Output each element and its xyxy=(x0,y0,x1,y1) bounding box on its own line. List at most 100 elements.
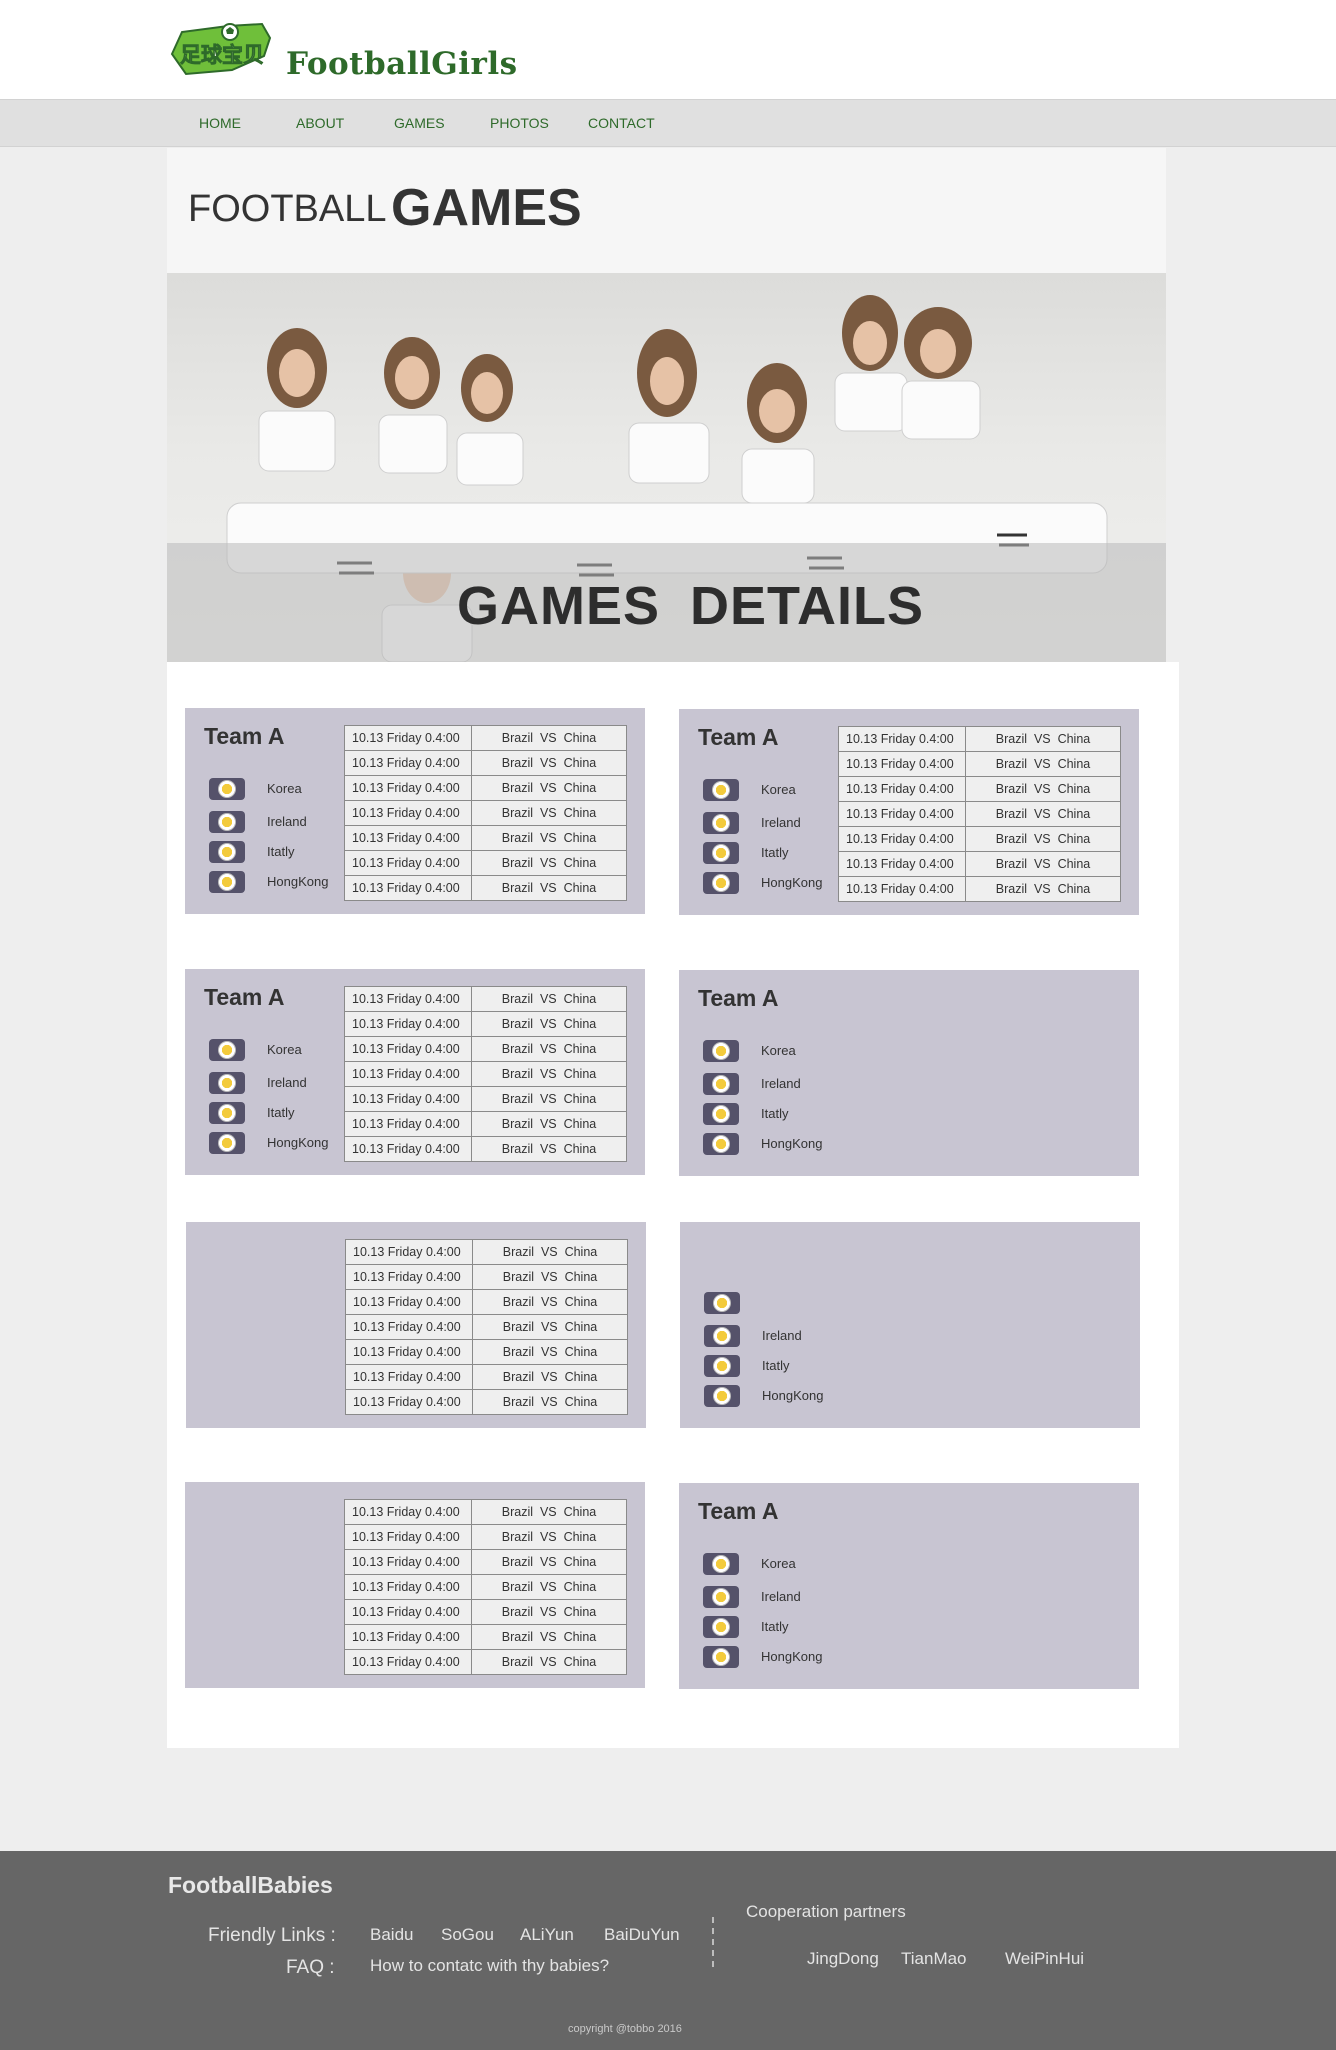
team-name[interactable]: HongKong xyxy=(761,875,822,890)
page-title-panel: FOOTBALL GAMES xyxy=(167,148,1166,273)
footer-link-sogou[interactable]: SoGou xyxy=(441,1925,494,1945)
footer: FootballBabies Friendly Links : Baidu So… xyxy=(0,1851,1336,2050)
match-teams: Brazil VS China xyxy=(472,1239,628,1265)
team-name[interactable]: Itatly xyxy=(267,1105,294,1120)
ball-icon[interactable] xyxy=(704,1385,740,1407)
team-name[interactable]: Ireland xyxy=(267,1075,307,1090)
match-time: 10.13 Friday 0.4:00 xyxy=(345,1239,473,1265)
ball-icon[interactable] xyxy=(209,778,245,800)
faq-link[interactable]: How to contatc with thy babies? xyxy=(370,1956,609,1976)
team-name[interactable]: Itatly xyxy=(761,845,788,860)
ball-icon[interactable] xyxy=(209,1072,245,1094)
match-time: 10.13 Friday 0.4:00 xyxy=(344,1549,472,1575)
match-teams: Brazil VS China xyxy=(471,1499,627,1525)
match-time: 10.13 Friday 0.4:00 xyxy=(344,800,472,826)
schedule-row: 10.13 Friday 0.4:00 Brazil VS China xyxy=(344,1011,627,1037)
nav-about[interactable]: ABOUT xyxy=(296,115,344,131)
schedule-row: 10.13 Friday 0.4:00 Brazil VS China xyxy=(344,1111,627,1137)
game-card: Team A Korea Ireland Itatly HongKong 10.… xyxy=(185,969,645,1175)
team-name[interactable]: HongKong xyxy=(761,1136,822,1151)
ball-icon[interactable] xyxy=(703,1103,739,1125)
nav-contact[interactable]: CONTACT xyxy=(588,115,655,131)
ball-icon[interactable] xyxy=(209,1132,245,1154)
team-name[interactable]: HongKong xyxy=(761,1649,822,1664)
logo-text[interactable]: FootballGirls xyxy=(286,46,518,82)
schedule-row: 10.13 Friday 0.4:00 Brazil VS China xyxy=(344,1549,627,1575)
team-name[interactable]: Ireland xyxy=(761,1589,801,1604)
ball-icon[interactable] xyxy=(703,1616,739,1638)
team-name[interactable]: Ireland xyxy=(761,815,801,830)
team-name[interactable]: HongKong xyxy=(267,1135,328,1150)
ball-icon[interactable] xyxy=(703,1553,739,1575)
ball-icon[interactable] xyxy=(209,811,245,833)
team-name[interactable]: Korea xyxy=(267,781,302,796)
team-name[interactable]: Ireland xyxy=(762,1328,802,1343)
schedule-row: 10.13 Friday 0.4:00 Brazil VS China xyxy=(345,1289,628,1315)
ball-icon[interactable] xyxy=(703,812,739,834)
ball-icon[interactable] xyxy=(209,871,245,893)
hero-banner: GAMES DETAILS xyxy=(167,273,1166,662)
ball-icon[interactable] xyxy=(209,1039,245,1061)
match-time: 10.13 Friday 0.4:00 xyxy=(344,1499,472,1525)
match-teams: Brazil VS China xyxy=(471,1061,627,1087)
ball-icon[interactable] xyxy=(703,779,739,801)
partner-link-tianmao[interactable]: TianMao xyxy=(901,1949,967,1969)
match-time: 10.13 Friday 0.4:00 xyxy=(838,726,966,752)
team-name[interactable]: Itatly xyxy=(761,1619,788,1634)
schedule-table: 10.13 Friday 0.4:00 Brazil VS China 10.13 … xyxy=(344,986,627,1162)
nav-home[interactable]: HOME xyxy=(199,115,241,131)
ball-icon[interactable] xyxy=(209,1102,245,1124)
team-name[interactable]: Korea xyxy=(761,782,796,797)
match-time: 10.13 Friday 0.4:00 xyxy=(344,1574,472,1600)
ball-icon[interactable] xyxy=(703,1040,739,1062)
footer-divider xyxy=(712,1917,714,1967)
team-name[interactable]: Itatly xyxy=(761,1106,788,1121)
nav-games[interactable]: GAMES xyxy=(394,115,445,131)
ball-icon[interactable] xyxy=(703,1073,739,1095)
team-name[interactable]: Ireland xyxy=(761,1076,801,1091)
ball-icon[interactable] xyxy=(703,1646,739,1668)
ball-icon[interactable] xyxy=(704,1355,740,1377)
footer-link-baidu[interactable]: Baidu xyxy=(370,1925,413,1945)
schedule-row: 10.13 Friday 0.4:00 Brazil VS China xyxy=(345,1339,628,1365)
match-teams: Brazil VS China xyxy=(471,1086,627,1112)
ball-icon[interactable] xyxy=(704,1325,740,1347)
ball-icon[interactable] xyxy=(704,1292,740,1314)
schedule-row: 10.13 Friday 0.4:00 Brazil VS China xyxy=(344,986,627,1012)
match-teams: Brazil VS China xyxy=(471,1624,627,1650)
team-name[interactable]: HongKong xyxy=(762,1388,823,1403)
match-teams: Brazil VS China xyxy=(471,986,627,1012)
team-title: Team A xyxy=(698,985,779,1011)
schedule-table: 10.13 Friday 0.4:00 Brazil VS China 10.13 … xyxy=(344,725,627,901)
nav-photos[interactable]: PHOTOS xyxy=(490,115,549,131)
ball-icon[interactable] xyxy=(209,841,245,863)
team-name[interactable]: Korea xyxy=(761,1043,796,1058)
partner-link-weipinhui[interactable]: WeiPinHui xyxy=(1005,1949,1084,1969)
schedule-row: 10.13 Friday 0.4:00 Brazil VS China xyxy=(838,876,1121,902)
team-name[interactable]: Itatly xyxy=(762,1358,789,1373)
match-time: 10.13 Friday 0.4:00 xyxy=(838,801,966,827)
partner-link-jingdong[interactable]: JingDong xyxy=(807,1949,879,1969)
schedule-row: 10.13 Friday 0.4:00 Brazil VS China xyxy=(345,1364,628,1390)
ball-icon[interactable] xyxy=(703,1586,739,1608)
footer-link-baiduyun[interactable]: BaiDuYun xyxy=(604,1925,680,1945)
team-name[interactable]: Ireland xyxy=(267,814,307,829)
team-name[interactable]: Itatly xyxy=(267,844,294,859)
match-time: 10.13 Friday 0.4:00 xyxy=(345,1264,473,1290)
match-teams: Brazil VS China xyxy=(471,750,627,776)
ball-icon[interactable] xyxy=(703,872,739,894)
ball-icon[interactable] xyxy=(703,842,739,864)
footer-link-aliyun[interactable]: ALiYun xyxy=(520,1925,574,1945)
team-name[interactable]: Korea xyxy=(761,1556,796,1571)
team-name[interactable]: HongKong xyxy=(267,874,328,889)
match-time: 10.13 Friday 0.4:00 xyxy=(344,875,472,901)
match-teams: Brazil VS China xyxy=(471,775,627,801)
match-teams: Brazil VS China xyxy=(471,1011,627,1037)
team-name[interactable]: Korea xyxy=(267,1042,302,1057)
schedule-table: 10.13 Friday 0.4:00 Brazil VS China 10.13 … xyxy=(345,1239,628,1415)
ball-icon[interactable] xyxy=(703,1133,739,1155)
schedule-row: 10.13 Friday 0.4:00 Brazil VS China xyxy=(344,1036,627,1062)
match-time: 10.13 Friday 0.4:00 xyxy=(344,725,472,751)
schedule-row: 10.13 Friday 0.4:00 Brazil VS China xyxy=(344,1524,627,1550)
logo-badge-icon[interactable]: 足球宝贝 xyxy=(166,20,278,78)
